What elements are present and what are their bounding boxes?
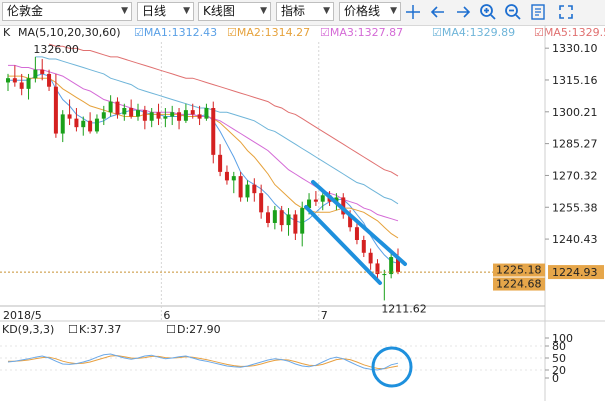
- candle-body: [252, 184, 257, 194]
- y-tick-label: 1240.43: [552, 233, 598, 246]
- candle-body: [60, 114, 65, 134]
- candle-body: [300, 208, 305, 234]
- y-tick-label: 1300.21: [552, 106, 598, 119]
- channel-line-upper: [311, 180, 407, 266]
- candle-body: [211, 108, 216, 155]
- candle-body: [122, 108, 127, 115]
- candle-body: [88, 120, 93, 132]
- candle-body: [6, 78, 10, 83]
- price-tag-current: 1224.93: [552, 266, 598, 279]
- candle-body: [286, 214, 291, 226]
- candle-body: [115, 101, 120, 115]
- candle-body: [272, 210, 277, 223]
- candle-body: [26, 78, 31, 89]
- candle-body: [224, 171, 229, 181]
- candle-body: [149, 112, 154, 121]
- candle-body: [53, 86, 58, 134]
- candle-body: [101, 112, 106, 119]
- candle-body: [12, 78, 17, 83]
- candle-body: [361, 240, 366, 253]
- ma-line-ma5: [48, 43, 399, 177]
- candle-body: [67, 114, 72, 119]
- candle-body: [74, 118, 79, 128]
- y-tick-label: 1255.38: [552, 201, 598, 214]
- candle-body: [245, 184, 250, 198]
- price-tag-lower: 1224.68: [496, 278, 542, 291]
- candle-body: [81, 120, 86, 128]
- candle-body: [33, 69, 38, 79]
- candle-body: [40, 69, 45, 74]
- candle-body: [177, 112, 182, 121]
- x-tick-label: 7: [321, 309, 328, 322]
- candle-body: [136, 110, 140, 117]
- candle-body: [382, 274, 387, 276]
- y-tick-label: 1330.10: [552, 42, 598, 55]
- candle-body: [156, 112, 161, 119]
- ma-line-ma1: [8, 73, 399, 264]
- kd-tick-label: 0: [552, 372, 559, 385]
- candle-body: [129, 108, 134, 117]
- candle-body: [259, 193, 264, 213]
- candle-body: [204, 108, 209, 119]
- candle-body: [279, 210, 284, 226]
- candle-body: [231, 176, 236, 181]
- candle-body: [190, 110, 195, 115]
- candle-body: [108, 101, 113, 113]
- high-label: 1326.00: [33, 43, 79, 56]
- candle-body: [320, 195, 325, 202]
- candle-body: [197, 114, 202, 119]
- x-tick-label: 2018/5: [3, 309, 42, 322]
- candle-body: [19, 82, 24, 89]
- ma-line-ma3: [8, 64, 399, 222]
- candle-body: [94, 118, 99, 132]
- candle-body: [266, 212, 270, 223]
- y-tick-label: 1270.32: [552, 169, 598, 182]
- ma-line-ma2: [8, 75, 399, 239]
- candle-body: [142, 110, 147, 121]
- candle-body: [47, 73, 52, 87]
- candle-body: [313, 199, 318, 202]
- candle-body: [218, 154, 223, 172]
- y-tick-label: 1285.27: [552, 138, 598, 151]
- candle-body: [238, 176, 243, 198]
- candle-body: [368, 252, 373, 264]
- candle-body: [354, 227, 359, 240]
- price-tag-upper: 1225.18: [496, 264, 542, 277]
- candle-body: [293, 214, 298, 234]
- chart-canvas: 1330.10 1315.16 1300.21 1285.27 1270.32 1255.…: [0, 25, 605, 401]
- candle-body: [183, 110, 188, 121]
- candle-body: [170, 112, 175, 117]
- candle-body: [389, 257, 394, 275]
- y-tick-label: 1315.16: [552, 74, 598, 87]
- x-tick-label: 6: [163, 309, 170, 322]
- candle-body: [163, 116, 168, 119]
- low-label: 1211.62: [381, 302, 427, 315]
